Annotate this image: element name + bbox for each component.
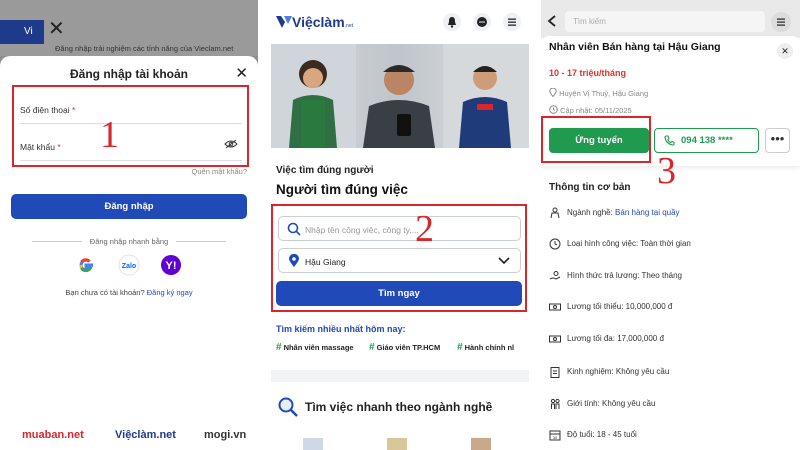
close-icon[interactable]: ✕ — [48, 16, 65, 41]
trending-tag[interactable]: # Giáo viên TP.HCM — [369, 342, 440, 353]
info-row-min-salary: Lương tối thiểu: 10,000,000 đ — [549, 301, 672, 313]
phone-number: 094 138 **** — [681, 135, 733, 146]
home-search-screen: Việclàm.net Việc tìm đúng người Người tì… — [271, 0, 529, 450]
job-location: Huyện Vị Thuỷ, Hậu Giang — [549, 87, 648, 98]
info-row-gender: Giới tính: Không yêu cầu — [549, 398, 655, 410]
svg-text:Y!: Y! — [166, 260, 177, 272]
vieclam-logo[interactable]: Việclàm.net — [276, 14, 353, 30]
svg-text:30: 30 — [553, 435, 558, 440]
menu-icon[interactable] — [771, 12, 791, 32]
muaban-logo: muaban.net — [22, 429, 84, 441]
highlight-box — [271, 204, 527, 312]
register-link[interactable]: Đăng ký ngay — [147, 288, 193, 297]
zalo-icon[interactable]: Zalo — [118, 254, 140, 276]
category-icon[interactable] — [387, 438, 407, 450]
person-icon — [550, 207, 560, 219]
clock-icon — [549, 238, 561, 250]
step-number: 1 — [100, 114, 119, 156]
google-icon[interactable] — [75, 254, 97, 276]
category-icon[interactable] — [471, 438, 491, 450]
step-number: 3 — [657, 150, 676, 192]
hashtag-icon: # — [276, 342, 282, 353]
close-sheet-icon[interactable]: ✕ — [235, 64, 248, 82]
menu-icon[interactable] — [503, 13, 521, 31]
more-options-icon[interactable]: ••• — [765, 128, 790, 153]
tagline-1: Việc tìm đúng người — [276, 165, 374, 176]
footer-logos: muaban.net Việclàm.net mogi.vn — [0, 420, 258, 450]
login-screen: Vi ✕ Đăng nhập trải nghiệm các tính năng… — [0, 0, 258, 450]
sheet-title: Đăng nhập tài khoản — [69, 67, 188, 81]
calendar-icon: 30 — [549, 430, 561, 441]
gender-icon — [550, 398, 560, 409]
info-row-experience: Kinh nghiệm: Không yêu cầu — [549, 366, 669, 378]
info-row-age: 30 Độ tuổi: 18 - 45 tuổi — [549, 429, 637, 441]
magnifier-icon — [278, 397, 298, 417]
login-button[interactable]: Đăng nhập — [11, 194, 247, 219]
phone-icon — [664, 135, 675, 146]
info-row-job-type: Loại hình công việc: Toàn thời gian — [549, 238, 691, 250]
highlight-box — [541, 116, 651, 163]
back-arrow-icon[interactable] — [547, 15, 557, 27]
hashtag-icon: # — [457, 342, 463, 353]
login-sheet: Đăng nhập tài khoản ✕ Số điện thoại * Mậ… — [0, 56, 258, 450]
updated-date: Cập nhật: 05/11/2025 — [549, 105, 632, 115]
quick-category-section: Tìm việc nhanh theo ngành nghề — [271, 382, 529, 450]
banknote-icon — [549, 335, 561, 343]
mogi-logo: mogi.vn — [204, 429, 247, 441]
quick-category-title: Tìm việc nhanh theo ngành nghề — [305, 400, 493, 414]
search-input[interactable]: Tìm kiếm — [565, 11, 765, 32]
step-number: 2 — [415, 208, 434, 250]
hero-banner-image — [271, 44, 529, 148]
tagline-2: Người tìm đúng việc — [276, 182, 408, 197]
trending-tag[interactable]: # Nhân viên massage — [276, 342, 354, 353]
job-detail-screen: Tìm kiếm Nhân viên Bán hàng tại Hậu Gian… — [541, 0, 800, 450]
category-icon[interactable] — [303, 438, 323, 450]
app-header: Việclàm.net — [271, 0, 529, 44]
yahoo-icon[interactable]: Y! — [160, 254, 182, 276]
job-summary-card: Nhân viên Bán hàng tại Hậu Giang ✕ 10 - … — [541, 36, 800, 166]
chat-icon[interactable] — [473, 13, 491, 31]
basic-info-title: Thông tin cơ bản — [549, 182, 631, 193]
register-prompt: Bạn chưa có tài khoản? Đăng ký ngay — [65, 288, 193, 297]
background-header: Vi ✕ Đăng nhập trải nghiệm các tính năng… — [0, 0, 258, 56]
banknote-icon — [549, 303, 561, 311]
forgot-password-link[interactable]: Quên mật khẩu? — [192, 167, 247, 176]
location-pin-icon — [549, 87, 557, 98]
login-intro-text: Đăng nhập trải nghiệm các tính năng của … — [55, 44, 234, 53]
close-icon[interactable]: ✕ — [777, 43, 793, 59]
highlight-box — [12, 85, 249, 167]
clock-icon — [549, 105, 558, 114]
search-section: Việc tìm đúng người Người tìm đúng việc … — [271, 148, 529, 370]
vieclam-logo: Việclàm.net — [115, 429, 176, 441]
clipboard-icon — [550, 367, 560, 378]
svg-text:Zalo: Zalo — [122, 263, 136, 270]
salary: 10 - 17 triệu/tháng — [549, 68, 627, 78]
vieclam-logo-partial: Vi — [0, 20, 44, 44]
trending-title: Tìm kiếm nhiều nhất hôm nay: — [276, 324, 406, 334]
bell-icon[interactable] — [443, 13, 461, 31]
info-row-industry: Ngành nghề: Bán hàng tại quầy — [549, 207, 680, 219]
job-title: Nhân viên Bán hàng tại Hậu Giang — [549, 41, 721, 53]
info-row-pay-form: Hình thức trả lương: Theo tháng — [549, 270, 682, 282]
vieclam-mark-icon — [276, 16, 292, 28]
top-bar: Tìm kiếm — [541, 0, 800, 38]
hashtag-icon: # — [369, 342, 375, 353]
workers-photo — [271, 44, 529, 148]
trending-tag[interactable]: # Hành chính nl — [457, 342, 514, 353]
divider — [176, 241, 226, 242]
industry-link[interactable]: Bán hàng tại quầy — [615, 208, 680, 217]
info-row-max-salary: Lương tối đa: 17,000,000 đ — [549, 333, 664, 345]
hand-money-icon — [549, 271, 561, 280]
